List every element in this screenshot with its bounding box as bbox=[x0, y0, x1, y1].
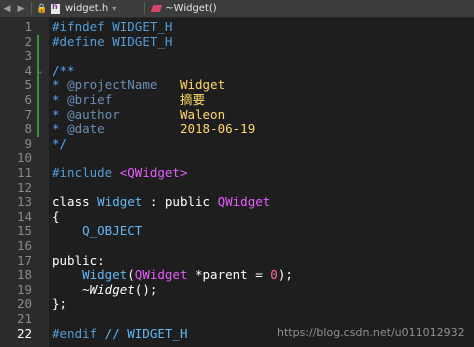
line-number: 10 bbox=[16, 150, 32, 166]
line-number: 12 bbox=[16, 179, 32, 195]
line-number: 20 bbox=[16, 296, 32, 312]
doc-comment-open: /** bbox=[52, 62, 75, 78]
doc-value: 摘要 bbox=[112, 92, 205, 107]
code-line: * @projectName Widget bbox=[52, 78, 225, 93]
doc-tag: @author bbox=[67, 106, 120, 122]
punctuation: : bbox=[142, 194, 165, 210]
current-symbol-name[interactable]: ~Widget() bbox=[165, 3, 216, 14]
code-line: Widget(QWidget *parent = 0); bbox=[52, 267, 293, 283]
doc-comment-close: */ bbox=[52, 135, 68, 151]
code-line: public: bbox=[52, 252, 105, 269]
function-symbol-icon bbox=[152, 5, 161, 12]
line-number: 5 bbox=[24, 77, 32, 93]
comment-star: * bbox=[52, 77, 68, 93]
line-number: 21 bbox=[16, 311, 32, 326]
number-literal: 0 bbox=[270, 267, 278, 283]
line-number: 2 bbox=[24, 33, 32, 49]
line-number: 13 bbox=[16, 194, 32, 210]
line-number: 15 bbox=[16, 223, 32, 239]
toolbar-divider bbox=[31, 2, 32, 15]
fold-toggle-icon[interactable]: ⌄ bbox=[38, 66, 43, 75]
punctuation: { bbox=[52, 208, 60, 224]
preprocessor-directive: #define bbox=[52, 33, 105, 49]
code-line: { bbox=[52, 208, 60, 225]
line-number-gutter: 1 2 3 4 5 6 7 8 9 10 11 12 13 14 15 16 1… bbox=[0, 18, 49, 347]
base-class-name: QWidget bbox=[210, 194, 271, 210]
code-editor[interactable]: #ifndef WIDGET_H #define WIDGET_H /** * … bbox=[52, 18, 474, 347]
line-number: 8 bbox=[24, 121, 32, 137]
code-line-current: #endif // WIDGET_H bbox=[52, 325, 188, 342]
class-name: Widget bbox=[89, 194, 143, 210]
comment-star: * bbox=[52, 106, 68, 122]
line-number: 17 bbox=[16, 252, 32, 268]
line-number: 7 bbox=[24, 106, 32, 122]
line-number: 18 bbox=[16, 267, 32, 283]
parameter-type: QWidget bbox=[134, 267, 188, 283]
doc-value: Widget bbox=[157, 77, 226, 93]
keyword: public bbox=[164, 194, 211, 210]
include-header: <QWidget> bbox=[112, 165, 188, 180]
header-file-icon bbox=[51, 2, 60, 14]
code-line: /** bbox=[52, 62, 75, 79]
editor-toolbar: ◀ ▶ 🔒 widget.h ▾ ~Widget() bbox=[0, 0, 474, 18]
line-number: 11 bbox=[16, 165, 32, 180]
line-number: 6 bbox=[24, 92, 32, 107]
preprocessor-directive: #endif bbox=[52, 325, 98, 341]
code-line: #ifndef WIDGET_H bbox=[52, 19, 173, 35]
macro-name: WIDGET_H bbox=[104, 19, 173, 34]
comment-star: * bbox=[52, 92, 68, 107]
code-line: * @brief 摘要 bbox=[52, 92, 205, 108]
code-line: * @date 2018-06-19 bbox=[52, 121, 256, 137]
code-line: #include <QWidget> bbox=[52, 165, 188, 181]
line-number: 3 bbox=[24, 48, 32, 64]
doc-tag: @projectName bbox=[67, 77, 158, 93]
forward-arrow-icon[interactable]: ▶ bbox=[14, 0, 28, 17]
doc-value: Waleon bbox=[119, 106, 226, 122]
line-number: 14 bbox=[16, 208, 32, 224]
code-line: Q_OBJECT bbox=[52, 224, 142, 239]
punctuation: ); bbox=[277, 267, 293, 283]
doc-tag: @brief bbox=[67, 92, 113, 107]
constructor-name: Widget bbox=[82, 267, 128, 283]
line-number: 19 bbox=[16, 281, 32, 297]
keyword: class bbox=[52, 194, 90, 210]
access-specifier: public: bbox=[52, 252, 105, 268]
line-number: 9 bbox=[24, 135, 32, 151]
code-line: }; bbox=[52, 297, 67, 312]
code-line: * @author Waleon bbox=[52, 106, 226, 123]
macro-name: WIDGET_H bbox=[104, 33, 173, 49]
destructor-name: ~Widget bbox=[82, 281, 135, 297]
macro-name: Q_OBJECT bbox=[52, 223, 143, 239]
toolbar-divider bbox=[144, 2, 146, 15]
doc-value: 2018-06-19 bbox=[104, 121, 256, 137]
line-number: 1 bbox=[24, 19, 32, 34]
punctuation: ( bbox=[127, 267, 135, 283]
end-comment: // WIDGET_H bbox=[97, 325, 188, 341]
lock-icon[interactable]: 🔒 bbox=[35, 0, 49, 17]
code-line: */ bbox=[52, 135, 68, 152]
code-line: ~Widget(); bbox=[52, 281, 158, 298]
code-line: #define WIDGET_H bbox=[52, 33, 173, 50]
doc-tag: @date bbox=[67, 121, 105, 137]
comment-star: * bbox=[52, 121, 68, 137]
punctuation: }; bbox=[52, 296, 68, 312]
line-number: 16 bbox=[16, 238, 32, 253]
modified-lines-marker bbox=[37, 34, 39, 137]
line-number: 4 bbox=[24, 62, 32, 78]
watermark-url: https://blog.csdn.net/u011012932 bbox=[277, 326, 465, 339]
preprocessor-directive: #include bbox=[52, 165, 113, 180]
file-dropdown-icon[interactable]: ▾ bbox=[112, 4, 116, 13]
parameter: *parent = bbox=[187, 267, 271, 283]
line-number-current: 22 bbox=[16, 325, 32, 341]
preprocessor-directive: #ifndef bbox=[52, 19, 105, 34]
code-line: class Widget : public QWidget bbox=[52, 194, 271, 210]
back-arrow-icon[interactable]: ◀ bbox=[0, 0, 14, 17]
open-file-name[interactable]: widget.h bbox=[65, 3, 108, 14]
punctuation: (); bbox=[134, 281, 158, 297]
